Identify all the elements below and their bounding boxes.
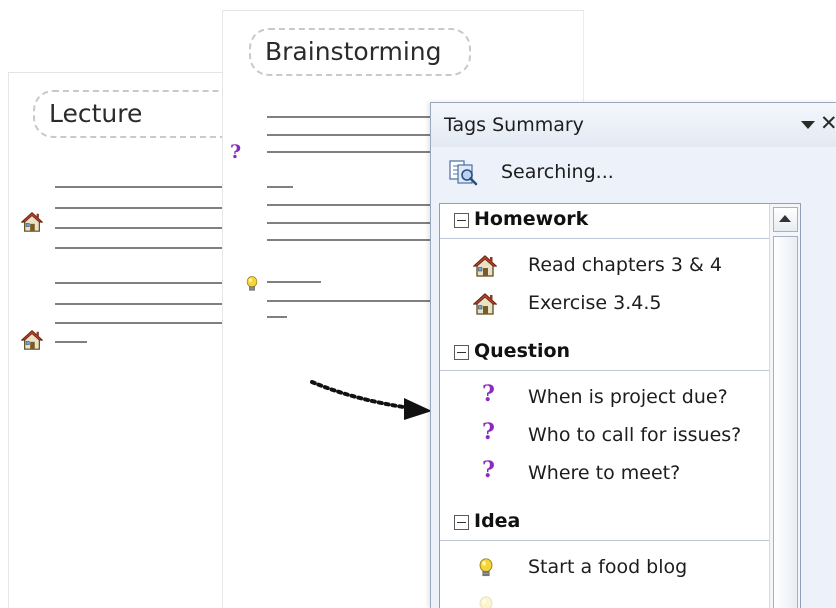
tag-item[interactable]: ? Where to meet? <box>440 456 800 494</box>
group-label: Homework <box>474 208 589 230</box>
group-label: Question <box>474 340 571 362</box>
tag-item[interactable]: ? Who to call for issues? <box>440 418 800 456</box>
lightbulb-icon <box>243 275 261 293</box>
search-status-text: Searching... <box>501 161 614 183</box>
panel-title: Tags Summary <box>444 114 584 136</box>
tag-item-label: Exercise 3.4.5 <box>528 292 662 314</box>
house-icon <box>21 211 43 233</box>
collapse-toggle-icon[interactable] <box>454 213 469 228</box>
question-icon: ? <box>230 141 242 163</box>
house-icon <box>473 254 497 278</box>
lightbulb-icon <box>475 556 497 580</box>
dotted-arrow <box>310 380 432 420</box>
scroll-thumb[interactable] <box>773 236 798 608</box>
close-icon[interactable]: ✕ <box>820 111 836 135</box>
group-header-question[interactable]: Question <box>440 336 800 371</box>
question-icon: ? <box>482 381 495 407</box>
question-icon: ? <box>482 457 495 483</box>
brainstorming-page-title[interactable]: Brainstorming <box>249 28 471 76</box>
chevron-down-icon[interactable] <box>801 120 815 130</box>
scroll-up-button[interactable] <box>773 207 798 232</box>
text-line <box>267 281 321 283</box>
tag-item[interactable]: Read chapters 3 & 4 <box>440 248 800 286</box>
text-line <box>55 341 87 343</box>
collapse-toggle-icon[interactable] <box>454 345 469 360</box>
vertical-scrollbar[interactable] <box>769 204 800 608</box>
tag-item[interactable] <box>440 588 800 608</box>
collapse-toggle-icon[interactable] <box>454 515 469 530</box>
house-icon <box>21 329 43 351</box>
text-line <box>267 186 293 188</box>
tag-item-label: When is project due? <box>528 386 728 408</box>
lightbulb-icon <box>475 594 497 608</box>
panel-title-bar: Tags Summary ✕ <box>431 103 836 147</box>
group-label: Idea <box>474 510 521 532</box>
search-tags-icon <box>449 160 478 186</box>
house-icon <box>473 292 497 316</box>
question-icon: ? <box>482 419 495 445</box>
text-line <box>267 316 287 318</box>
tag-item-label: Start a food blog <box>528 556 688 578</box>
tag-item[interactable]: Start a food blog <box>440 550 800 588</box>
tag-item-label: Read chapters 3 & 4 <box>528 254 722 276</box>
tags-summary-panel: Tags Summary ✕ Searching... Homework Rea… <box>430 102 836 608</box>
tag-item-label: Who to call for issues? <box>528 424 742 446</box>
tags-list: Homework Read chapters 3 & 4 Exercise 3.… <box>439 203 801 608</box>
group-header-homework[interactable]: Homework <box>440 204 800 239</box>
group-header-idea[interactable]: Idea <box>440 506 800 541</box>
tag-item[interactable]: ? When is project due? <box>440 380 800 418</box>
tag-item-label: Where to meet? <box>528 462 681 484</box>
tag-item[interactable]: Exercise 3.4.5 <box>440 286 800 324</box>
